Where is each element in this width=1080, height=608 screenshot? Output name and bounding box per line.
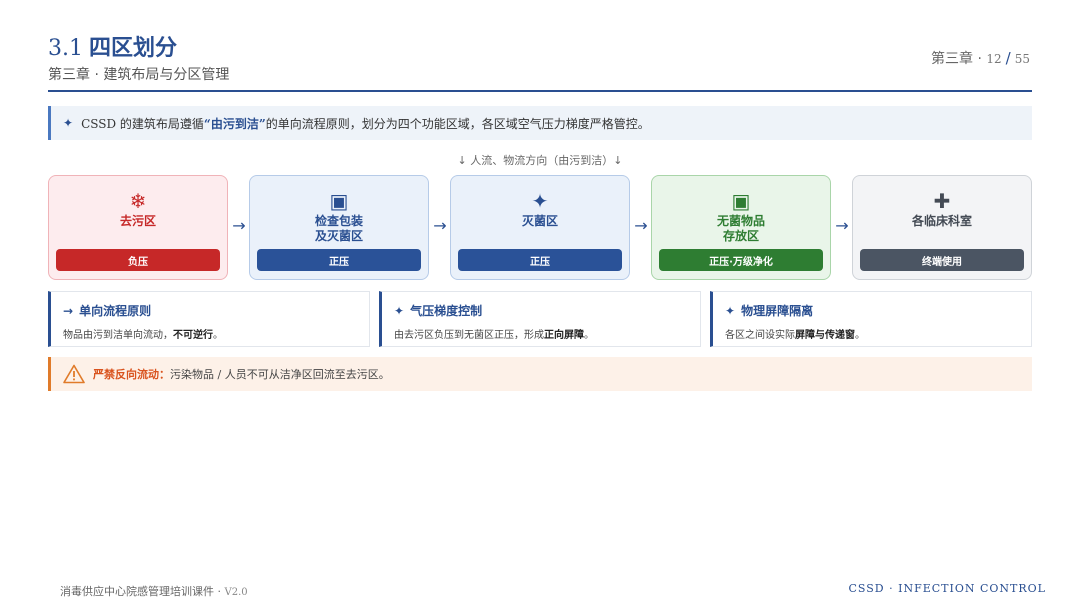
flow-direction-label: ↓ 人流、物流方向（由污到洁）↓ bbox=[457, 154, 623, 167]
zone-clinical-departments: ✚ 各临床科室 终端使用 bbox=[852, 175, 1032, 280]
card-body-end: 。 bbox=[584, 330, 594, 341]
intro-text-before: CSSD 的建筑布局遵循 bbox=[81, 116, 204, 131]
pressure-badge: 正压·万级净化 bbox=[659, 249, 823, 271]
zone-name: 灭菌区 bbox=[521, 214, 558, 228]
card-body: 各区之间设实际 bbox=[725, 330, 795, 341]
page-counter: 第三章 · 12/55 bbox=[931, 48, 1030, 68]
usage-badge: 终端使用 bbox=[860, 249, 1024, 271]
sparkle-icon: ✦ bbox=[394, 304, 405, 318]
zone-name: 检查包装 及灭菌区 bbox=[314, 214, 363, 243]
flow-arrow-icon: → bbox=[433, 216, 447, 235]
card-title: 气压梯度控制 bbox=[410, 304, 483, 318]
principle-card-pressure: ✦ 气压梯度控制 由去污区负压到无菌区正压，形成正向屏障。 bbox=[379, 291, 701, 347]
zone-decontamination: ❄ 去污区 负压 bbox=[48, 175, 228, 280]
page-subtitle: 第三章 · 建筑布局与分区管理 bbox=[48, 67, 230, 83]
footer-brand: CSSD · INFECTION CONTROL bbox=[848, 582, 1046, 595]
arrow-right-icon: → bbox=[63, 304, 74, 318]
warning-banner: 严禁反向流动： 污染物品 / 人员不可从洁净区回流至去污区。 bbox=[48, 357, 1032, 391]
sparkle-icon: ✦ bbox=[531, 189, 549, 213]
principle-card-one-way: → 单向流程原则 物品由污到洁单向流动，不可逆行。 bbox=[48, 291, 370, 347]
chapter-label: 第三章 · bbox=[931, 51, 982, 67]
card-body-emphasis: 正向屏障 bbox=[544, 330, 584, 341]
sparkle-icon: ✦ bbox=[725, 304, 736, 318]
framed-square-icon: ▣ bbox=[329, 189, 349, 213]
card-title: 物理屏障隔离 bbox=[741, 304, 814, 318]
flow-arrow-icon: → bbox=[634, 216, 648, 235]
zone-name: 无菌物品 存放区 bbox=[716, 214, 765, 243]
warning-text: 污染物品 / 人员不可从洁净区回流至去污区。 bbox=[170, 368, 390, 381]
pressure-badge: 正压 bbox=[458, 249, 622, 271]
flow-arrow-icon: → bbox=[232, 216, 246, 235]
intro-banner: ✦ CSSD 的建筑布局遵循 “由污到洁” 的单向流程原则，划分为四个功能区域，各区… bbox=[48, 106, 1032, 140]
card-body-emphasis: 不可逆行 bbox=[173, 330, 213, 341]
footer-text: 消毒供应中心院感管理培训课件 · bbox=[60, 585, 221, 598]
current-page: 12 bbox=[986, 52, 1002, 66]
page-separator: / bbox=[1005, 49, 1011, 67]
page-title: 3.1 四区划分 bbox=[48, 30, 177, 62]
card-body-end: 。 bbox=[855, 330, 865, 341]
section-number: 3.1 bbox=[48, 36, 83, 61]
zone-sterilization: ✦ 灭菌区 正压 bbox=[450, 175, 630, 280]
card-body: 物品由污到洁单向流动， bbox=[63, 330, 173, 341]
pressure-badge: 负压 bbox=[56, 249, 220, 271]
snowflake-icon: ❄ bbox=[129, 189, 147, 213]
zone-inspection-packaging: ▣ 检查包装 及灭菌区 正压 bbox=[249, 175, 429, 280]
footer-version: V2.0 bbox=[224, 587, 248, 598]
warning-triangle-icon bbox=[63, 364, 85, 384]
intro-highlight: “由污到洁” bbox=[203, 116, 266, 131]
card-body-emphasis: 屏障与传递窗 bbox=[795, 330, 855, 341]
sparkle-icon: ✦ bbox=[63, 116, 74, 130]
footer-course-title: 消毒供应中心院感管理培训课件 · V2.0 bbox=[60, 583, 248, 599]
total-pages: 55 bbox=[1014, 52, 1030, 66]
card-body: 由去污区负压到无菌区正压，形成 bbox=[394, 330, 544, 341]
principle-card-barrier: ✦ 物理屏障隔离 各区之间设实际屏障与传递窗。 bbox=[710, 291, 1032, 347]
warning-label: 严禁反向流动： bbox=[93, 368, 170, 381]
zone-name: 去污区 bbox=[119, 214, 156, 228]
pressure-badge: 正压 bbox=[257, 249, 421, 271]
zone-name: 各临床科室 bbox=[911, 214, 972, 228]
title-divider bbox=[48, 90, 1032, 92]
flow-arrow-icon: → bbox=[835, 216, 849, 235]
zone-sterile-storage: ▣ 无菌物品 存放区 正压·万级净化 bbox=[651, 175, 831, 280]
framed-square-icon: ▣ bbox=[731, 189, 751, 213]
card-title: 单向流程原则 bbox=[79, 304, 152, 318]
cross-icon: ✚ bbox=[933, 189, 951, 213]
intro-text-after: 的单向流程原则，划分为四个功能区域，各区域空气压力梯度严格管控。 bbox=[265, 116, 650, 131]
section-title: 四区划分 bbox=[89, 36, 178, 61]
card-body-end: 。 bbox=[213, 330, 223, 341]
